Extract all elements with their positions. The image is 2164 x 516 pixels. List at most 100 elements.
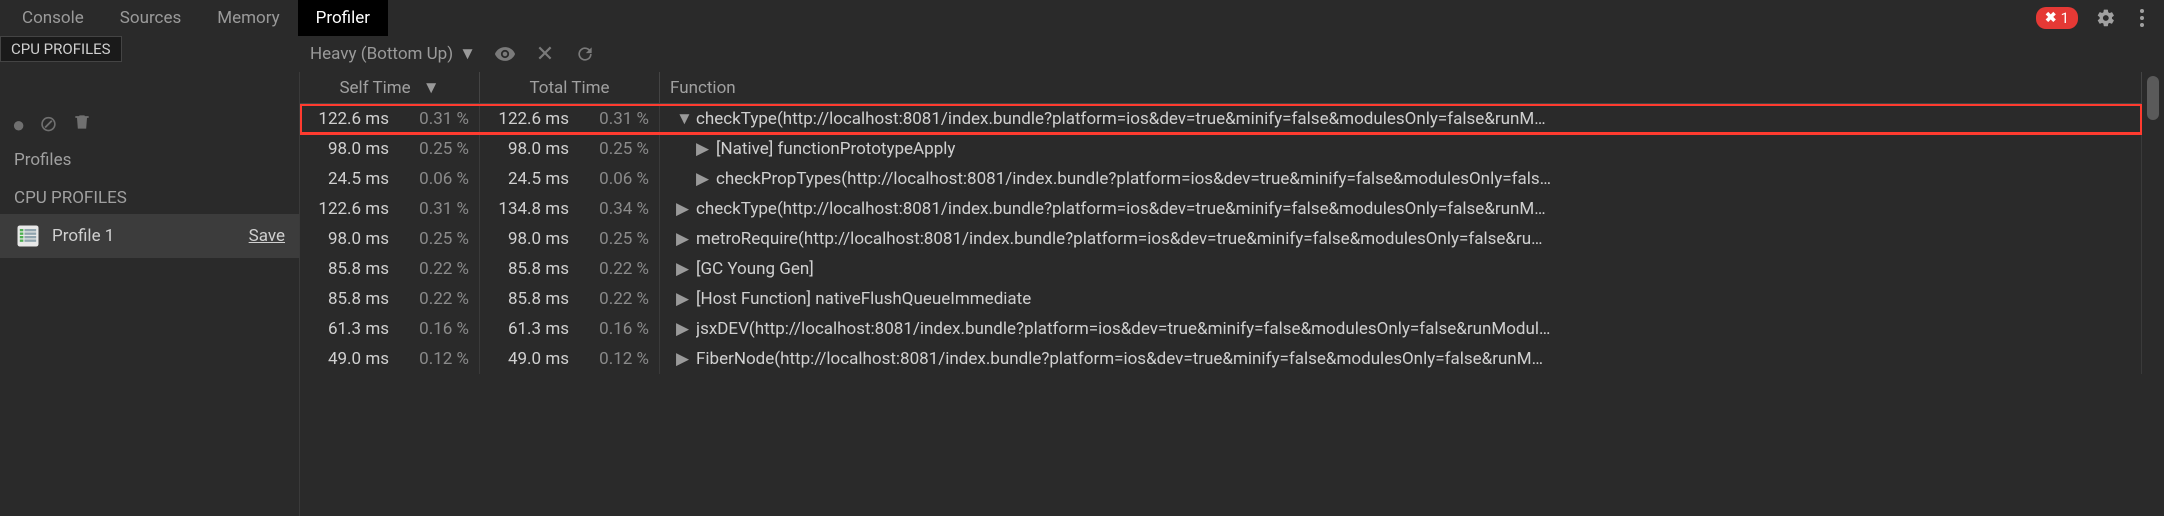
chevron-down-icon[interactable]: ▼ bbox=[676, 109, 690, 129]
profile-file-icon bbox=[14, 222, 42, 250]
total-ms: 85.8 ms bbox=[480, 259, 575, 279]
total-ms: 24.5 ms bbox=[480, 169, 575, 189]
vertical-scrollbar[interactable] bbox=[2142, 72, 2164, 516]
chevron-right-icon[interactable]: ▶ bbox=[676, 259, 690, 279]
total-ms: 49.0 ms bbox=[480, 349, 575, 369]
self-cell: 98.0 ms0.25 % bbox=[300, 134, 480, 164]
total-pct: 0.25 % bbox=[575, 229, 655, 249]
self-ms: 85.8 ms bbox=[300, 259, 395, 279]
sidebar: ● ⊘ Profiles CPU PROFILES Profile 1 Save bbox=[0, 72, 300, 516]
self-pct: 0.25 % bbox=[395, 139, 475, 159]
eye-icon[interactable] bbox=[494, 43, 516, 65]
function-cell: ▶ metroRequire(http://localhost:8081/inde… bbox=[660, 224, 2142, 254]
block-icon[interactable]: ⊘ bbox=[39, 112, 57, 138]
function-name: [Native] functionPrototypeApply bbox=[716, 139, 955, 159]
self-ms: 49.0 ms bbox=[300, 349, 395, 369]
sidebar-group-cpu-profiles: CPU PROFILES bbox=[0, 178, 299, 214]
self-ms: 122.6 ms bbox=[300, 199, 395, 219]
tab-console[interactable]: Console bbox=[4, 0, 102, 36]
subheader: CPU PROFILES Heavy (Bottom Up) ▼ ✕ bbox=[0, 36, 2164, 72]
close-icon[interactable]: ✕ bbox=[534, 43, 556, 65]
tab-memory[interactable]: Memory bbox=[199, 0, 297, 36]
chevron-right-icon[interactable]: ▶ bbox=[696, 139, 710, 159]
self-pct: 0.31 % bbox=[395, 199, 475, 219]
total-ms: 98.0 ms bbox=[480, 229, 575, 249]
function-name: metroRequire(http://localhost:8081/index… bbox=[696, 229, 1543, 249]
table-row[interactable]: 122.6 ms0.31 %134.8 ms0.34 %▶checkType(h… bbox=[300, 194, 2142, 224]
self-ms: 98.0 ms bbox=[300, 229, 395, 249]
error-count-badge[interactable]: ✖ 1 bbox=[2036, 7, 2078, 29]
chevron-right-icon[interactable]: ▶ bbox=[676, 289, 690, 309]
function-name: checkPropTypes(http://localhost:8081/ind… bbox=[716, 169, 1551, 189]
table-row[interactable]: 98.0 ms0.25 %98.0 ms0.25 %▶metroRequire(… bbox=[300, 224, 2142, 254]
self-cell: 49.0 ms0.12 % bbox=[300, 344, 480, 374]
self-cell: 24.5 ms0.06 % bbox=[300, 164, 480, 194]
total-ms: 122.6 ms bbox=[480, 109, 575, 129]
column-header-function[interactable]: Function bbox=[660, 72, 2142, 103]
scrollbar-thumb[interactable] bbox=[2147, 76, 2159, 120]
error-count-value: 1 bbox=[2061, 9, 2069, 27]
table-row[interactable]: 24.5 ms0.06 %24.5 ms0.06 %▶checkPropType… bbox=[300, 164, 2142, 194]
record-icon[interactable]: ● bbox=[12, 112, 25, 138]
tab-profiler[interactable]: Profiler bbox=[298, 0, 388, 36]
total-pct: 0.12 % bbox=[575, 349, 655, 369]
sidebar-item-save-link[interactable]: Save bbox=[249, 226, 285, 246]
total-pct: 0.16 % bbox=[575, 319, 655, 339]
view-mode-dropdown[interactable]: Heavy (Bottom Up) ▼ bbox=[310, 44, 476, 64]
function-name: [GC Young Gen] bbox=[696, 259, 814, 279]
function-cell: ▶ [Host Function] nativeFlushQueueImmedia… bbox=[660, 284, 2142, 314]
function-cell: ▶ checkPropTypes(http://localhost:8081/in… bbox=[660, 164, 2142, 194]
chevron-right-icon[interactable]: ▶ bbox=[676, 229, 690, 249]
chevron-right-icon[interactable]: ▶ bbox=[676, 349, 690, 369]
sidebar-section-profiles: Profiles bbox=[0, 138, 299, 178]
total-pct: 0.06 % bbox=[575, 169, 655, 189]
self-pct: 0.12 % bbox=[395, 349, 475, 369]
self-pct: 0.25 % bbox=[395, 229, 475, 249]
table-row[interactable]: 122.6 ms0.31 %122.6 ms0.31 %▼checkType(h… bbox=[300, 104, 2142, 134]
table-row[interactable]: 85.8 ms0.22 %85.8 ms0.22 %▶[Host Functio… bbox=[300, 284, 2142, 314]
sidebar-toolbar: ● ⊘ bbox=[0, 104, 299, 138]
reload-icon[interactable] bbox=[574, 43, 596, 65]
total-cell: 98.0 ms0.25 % bbox=[480, 224, 660, 254]
self-cell: 122.6 ms0.31 % bbox=[300, 104, 480, 134]
total-pct: 0.25 % bbox=[575, 139, 655, 159]
chevron-down-icon: ▼ bbox=[459, 44, 476, 64]
self-pct: 0.06 % bbox=[395, 169, 475, 189]
more-icon[interactable] bbox=[2130, 6, 2154, 30]
chevron-right-icon[interactable]: ▶ bbox=[676, 319, 690, 339]
sidebar-item-profile-1[interactable]: Profile 1 Save bbox=[0, 214, 299, 258]
self-cell: 98.0 ms0.25 % bbox=[300, 224, 480, 254]
view-mode-label: Heavy (Bottom Up) bbox=[310, 44, 453, 64]
table-row[interactable]: 61.3 ms0.16 %61.3 ms0.16 %▶jsxDEV(http:/… bbox=[300, 314, 2142, 344]
column-header-total-time[interactable]: Total Time bbox=[480, 72, 660, 103]
function-cell: ▶FiberNode(http://localhost:8081/index.b… bbox=[660, 344, 2142, 374]
self-ms: 24.5 ms bbox=[300, 169, 395, 189]
function-cell: ▶ [GC Young Gen] bbox=[660, 254, 2142, 284]
self-pct: 0.31 % bbox=[395, 109, 475, 129]
self-cell: 122.6 ms0.31 % bbox=[300, 194, 480, 224]
column-header-self-time[interactable]: Self Time ▼ bbox=[300, 72, 480, 103]
self-ms: 122.6 ms bbox=[300, 109, 395, 129]
function-cell: ▶ checkType(http://localhost:8081/index.b… bbox=[660, 194, 2142, 224]
self-pct: 0.22 % bbox=[395, 259, 475, 279]
table-row[interactable]: 49.0 ms0.12 %49.0 ms0.12 %▶FiberNode(htt… bbox=[300, 344, 2142, 374]
chevron-right-icon[interactable]: ▶ bbox=[696, 169, 710, 189]
gear-icon[interactable] bbox=[2094, 6, 2118, 30]
table-header: Self Time ▼ Total Time Function bbox=[300, 72, 2142, 104]
total-cell: 49.0 ms0.12 % bbox=[480, 344, 660, 374]
self-cell: 85.8 ms0.22 % bbox=[300, 254, 480, 284]
trash-icon[interactable] bbox=[72, 112, 92, 138]
function-name: checkType(http://localhost:8081/index.bu… bbox=[696, 199, 1546, 219]
top-tab-bar: Console Sources Memory Profiler ✖ 1 bbox=[0, 0, 2164, 36]
cpu-profiles-chip[interactable]: CPU PROFILES bbox=[0, 36, 122, 62]
total-pct: 0.34 % bbox=[575, 199, 655, 219]
tab-sources[interactable]: Sources bbox=[102, 0, 199, 36]
self-ms: 85.8 ms bbox=[300, 289, 395, 309]
chevron-right-icon[interactable]: ▶ bbox=[676, 199, 690, 219]
table-row[interactable]: 85.8 ms0.22 %85.8 ms0.22 % ▶ [GC Young Gen… bbox=[300, 254, 2142, 284]
total-ms: 61.3 ms bbox=[480, 319, 575, 339]
function-name: [Host Function] nativeFlushQueueImmediat… bbox=[696, 289, 1031, 309]
table-row[interactable]: 98.0 ms0.25 %98.0 ms0.25 %▶[Native] func… bbox=[300, 134, 2142, 164]
total-ms: 98.0 ms bbox=[480, 139, 575, 159]
self-pct: 0.16 % bbox=[395, 319, 475, 339]
